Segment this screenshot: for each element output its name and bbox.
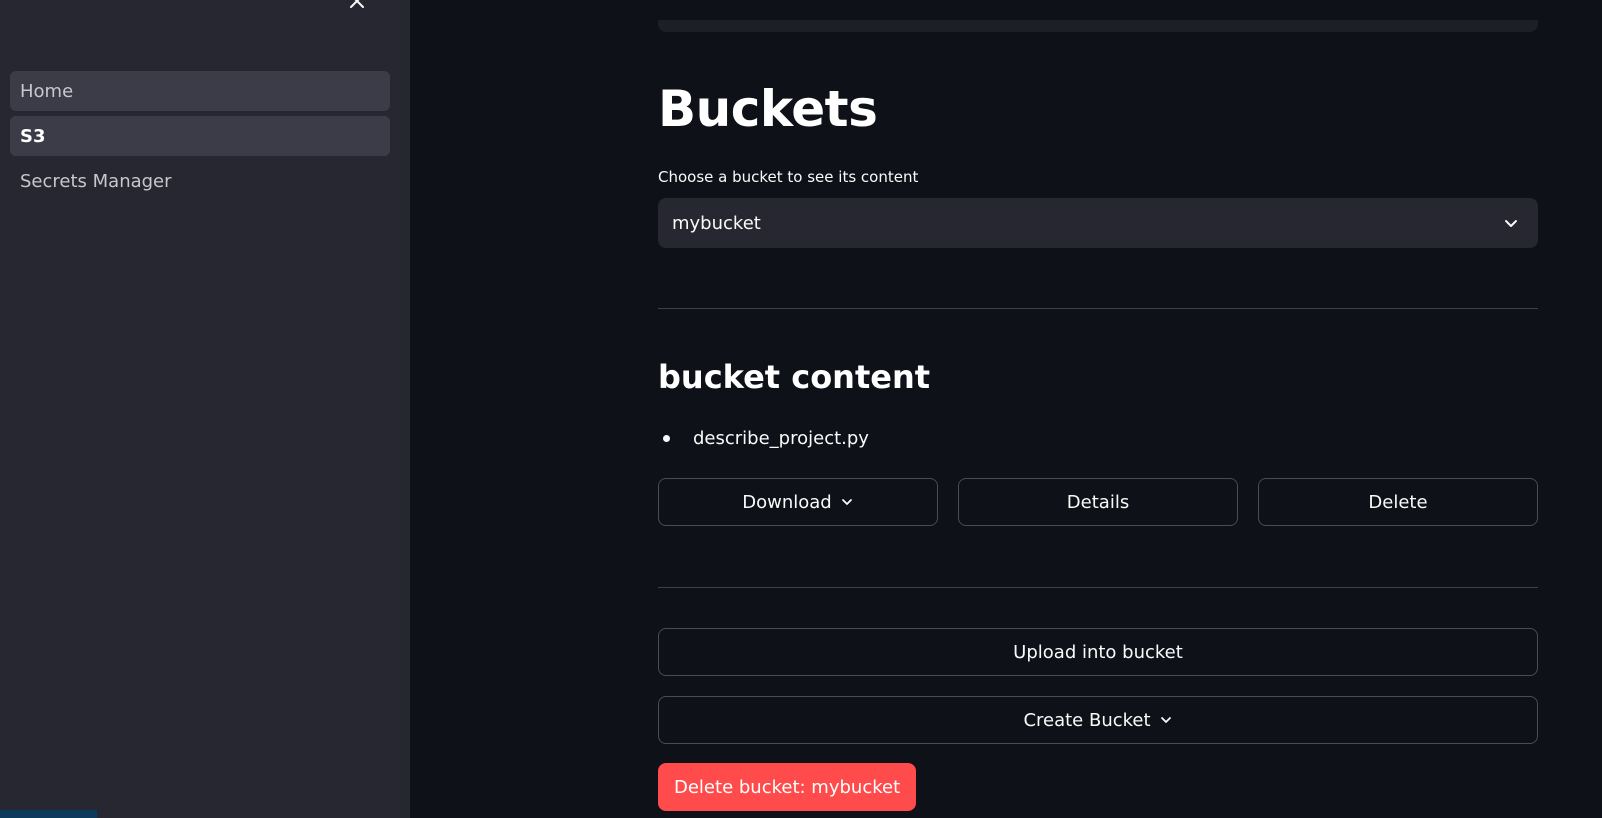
- create-bucket-button[interactable]: Create Bucket: [658, 696, 1538, 744]
- bucket-select-label: Choose a bucket to see its content: [658, 168, 919, 186]
- sidebar-item-label: S3: [20, 125, 46, 147]
- sidebar-item-label: Secrets Manager: [20, 170, 172, 192]
- download-button[interactable]: Download: [658, 478, 938, 526]
- download-button-label: Download: [742, 491, 832, 513]
- create-bucket-label: Create Bucket: [1023, 709, 1151, 731]
- details-button-label: Details: [1066, 491, 1130, 513]
- sidebar-item-secrets-manager[interactable]: Secrets Manager: [10, 161, 390, 201]
- chevron-down-icon: [1505, 220, 1517, 227]
- close-icon: [350, 0, 364, 8]
- chevron-down-icon: [1160, 717, 1171, 723]
- sidebar-item-s3[interactable]: S3: [10, 116, 390, 156]
- delete-bucket-button[interactable]: Delete bucket: mybucket: [658, 763, 917, 811]
- delete-file-button[interactable]: Delete: [1258, 478, 1538, 526]
- details-button[interactable]: Details: [958, 478, 1238, 526]
- upload-into-bucket-button[interactable]: Upload into bucket: [658, 628, 1538, 676]
- close-sidebar-button[interactable]: [346, 0, 368, 12]
- bucket-select[interactable]: mybucket: [658, 198, 1538, 248]
- sidebar: Home S3 Secrets Manager: [0, 0, 410, 818]
- bucket-content-heading: bucket content: [658, 358, 931, 396]
- bullet-icon: [663, 435, 670, 442]
- chevron-down-icon: [841, 499, 852, 505]
- sidebar-item-label: Home: [20, 80, 74, 102]
- delete-button-label: Delete: [1368, 491, 1428, 513]
- bucket-select-value: mybucket: [672, 212, 761, 234]
- file-name: describe_project.py: [693, 428, 869, 449]
- status-chip: [0, 810, 97, 818]
- upload-button-label: Upload into bucket: [1013, 641, 1183, 663]
- page-title: Buckets: [658, 80, 878, 138]
- top-container-edge: [658, 20, 1538, 32]
- divider: [658, 308, 1538, 309]
- delete-bucket-label: Delete bucket: mybucket: [674, 776, 901, 798]
- main-content: Buckets Choose a bucket to see its conte…: [410, 0, 1602, 818]
- list-item: describe_project.py: [658, 428, 869, 449]
- sidebar-item-home[interactable]: Home: [10, 71, 390, 111]
- divider: [658, 587, 1538, 588]
